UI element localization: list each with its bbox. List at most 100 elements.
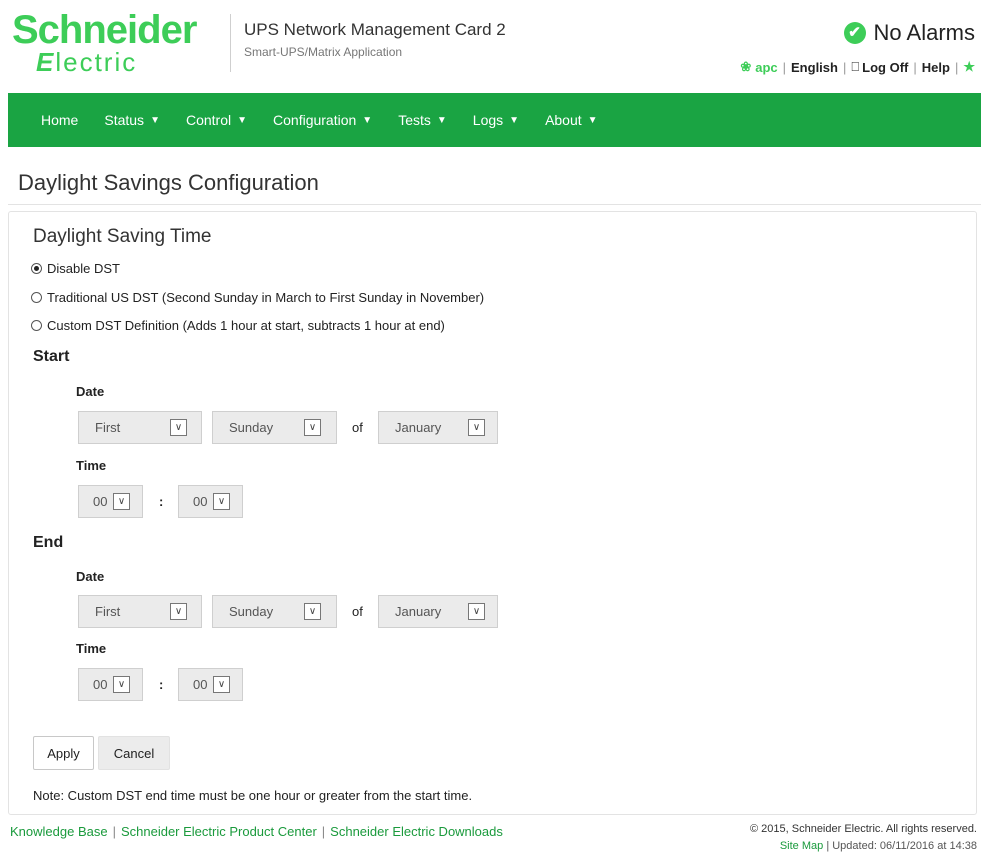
option-disable-dst[interactable]: Disable DST	[31, 261, 120, 276]
caret-down-icon: ▼	[436, 114, 447, 126]
nav-configuration[interactable]: Configuration ▼	[273, 112, 372, 128]
caret-down-icon: ▼	[150, 114, 160, 126]
start-month-select[interactable]: January ∨	[378, 411, 498, 444]
separator: |	[842, 59, 847, 75]
caret-down-icon: ▼	[509, 114, 520, 126]
app-title: UPS Network Management Card 2	[244, 20, 506, 39]
nav-about-label: About	[545, 112, 582, 128]
start-hour-select[interactable]: 00 ∨	[78, 485, 143, 518]
apc-link[interactable]: apc	[755, 60, 777, 75]
end-date-label: Date	[76, 569, 105, 584]
header: Schneider Electric UPS Network Managemen…	[0, 0, 981, 93]
app-subtitle: Smart-UPS/Matrix Application	[244, 45, 403, 59]
end-minute-value: 00	[193, 677, 208, 692]
nav-about[interactable]: About ▼	[545, 112, 598, 128]
chevron-down-icon: ∨	[170, 419, 187, 436]
caret-down-icon: ▼	[587, 114, 598, 126]
page-title: Daylight Savings Configuration	[18, 170, 319, 195]
start-minute-select[interactable]: 00 ∨	[178, 485, 243, 518]
utility-links: ❀ apc | English | ⎕ Log Off | Help | ★	[740, 59, 975, 75]
chevron-down-icon: ∨	[170, 603, 187, 620]
section-title: Daylight Saving Time	[33, 226, 212, 247]
end-time-label: Time	[76, 641, 107, 656]
separator: |	[782, 59, 787, 75]
start-week-value: First	[95, 420, 121, 435]
logoff-link[interactable]: Log Off	[862, 60, 908, 75]
logo-schneider-text: Schneider	[12, 8, 197, 52]
end-day-select[interactable]: Sunday ∨	[212, 595, 337, 628]
pin-icon[interactable]: ★	[963, 59, 975, 75]
option-traditional-us-dst-label: Traditional US DST (Second Sunday in Mar…	[47, 290, 485, 305]
alarm-status-text: No Alarms	[873, 20, 975, 45]
end-month-value: January	[395, 604, 442, 619]
end-minute-select[interactable]: 00 ∨	[178, 668, 243, 701]
end-heading: End	[33, 534, 64, 551]
start-minute-value: 00	[193, 494, 208, 509]
end-week-value: First	[95, 604, 121, 619]
title-divider	[8, 204, 981, 205]
start-date-label: Date	[76, 384, 105, 399]
chevron-down-icon: ∨	[213, 493, 230, 510]
logo-e-mark: E	[36, 47, 56, 77]
start-day-value: Sunday	[229, 420, 274, 435]
nav-home[interactable]: Home	[41, 112, 78, 128]
dst-note: Note: Custom DST end time must be one ho…	[33, 788, 473, 803]
cancel-button[interactable]: Cancel	[98, 736, 170, 770]
chevron-down-icon: ∨	[304, 419, 321, 436]
start-week-select[interactable]: First ∨	[78, 411, 202, 444]
main-nav: Home Status ▼ Control ▼ Configuration ▼ Tes…	[8, 93, 981, 147]
end-week-select[interactable]: First ∨	[78, 595, 202, 628]
footer-link-product-center[interactable]: Schneider Electric Product Center	[121, 824, 317, 839]
footer-link-knowledge-base[interactable]: Knowledge Base	[10, 824, 108, 839]
last-updated: Updated: 06/11/2016 at 14:38	[832, 840, 977, 852]
schneider-electric-logo[interactable]: Schneider Electric	[12, 8, 222, 76]
check-circle-icon: ✔	[843, 22, 866, 44]
separator: |	[913, 59, 917, 75]
start-heading: Start	[33, 348, 70, 365]
radio-disable-dst[interactable]	[31, 263, 42, 274]
nav-configuration-label: Configuration	[273, 112, 357, 128]
language-link[interactable]: English	[791, 60, 838, 75]
caret-down-icon: ▼	[237, 114, 248, 126]
end-of-label: of	[352, 604, 363, 619]
option-custom-dst-label: Custom DST Definition (Adds 1 hour at st…	[47, 318, 445, 333]
end-hour-value: 00	[93, 677, 108, 692]
radio-custom-dst[interactable]	[31, 320, 42, 331]
nav-status[interactable]: Status ▼	[104, 112, 160, 128]
footer-link-downloads[interactable]: Schneider Electric Downloads	[330, 824, 503, 839]
apply-button[interactable]: Apply	[33, 736, 94, 770]
radio-traditional-us-dst[interactable]	[31, 292, 42, 303]
chevron-down-icon: ∨	[468, 603, 485, 620]
start-of-label: of	[352, 420, 363, 435]
start-time-colon: :	[159, 494, 164, 509]
start-hour-value: 00	[93, 494, 108, 509]
alarm-status[interactable]: ✔ No Alarms	[843, 20, 975, 46]
chevron-down-icon: ∨	[304, 603, 321, 620]
logo-electric-text: Electric	[36, 48, 137, 76]
header-divider	[230, 14, 231, 72]
end-time-colon: :	[159, 677, 164, 692]
caret-down-icon: ▼	[362, 114, 373, 126]
help-link[interactable]: Help	[922, 60, 950, 75]
start-day-select[interactable]: Sunday ∨	[212, 411, 337, 444]
nav-status-label: Status	[104, 112, 145, 128]
nav-logs[interactable]: Logs ▼	[473, 112, 519, 128]
option-custom-dst[interactable]: Custom DST Definition (Adds 1 hour at st…	[31, 318, 445, 333]
end-hour-select[interactable]: 00 ∨	[78, 668, 143, 701]
nav-control[interactable]: Control ▼	[186, 112, 247, 128]
separator: |	[112, 824, 116, 839]
footer-links: Knowledge Base | Schneider Electric Prod…	[10, 824, 503, 839]
nav-tests[interactable]: Tests ▼	[398, 112, 447, 128]
start-month-value: January	[395, 420, 442, 435]
chevron-down-icon: ∨	[113, 493, 130, 510]
site-map-link[interactable]: Site Map	[780, 840, 823, 852]
end-month-select[interactable]: January ∨	[378, 595, 498, 628]
separator: |	[321, 824, 326, 839]
copyright: © 2015, Schneider Electric. All rights r…	[750, 823, 977, 835]
nav-home-label: Home	[41, 112, 79, 128]
footer-meta: Site Map | Updated: 06/11/2016 at 14:38	[780, 840, 977, 852]
option-disable-dst-label: Disable DST	[47, 261, 120, 276]
end-day-value: Sunday	[229, 604, 274, 619]
chevron-down-icon: ∨	[113, 676, 130, 693]
option-traditional-us-dst[interactable]: Traditional US DST (Second Sunday in Mar…	[31, 290, 484, 305]
